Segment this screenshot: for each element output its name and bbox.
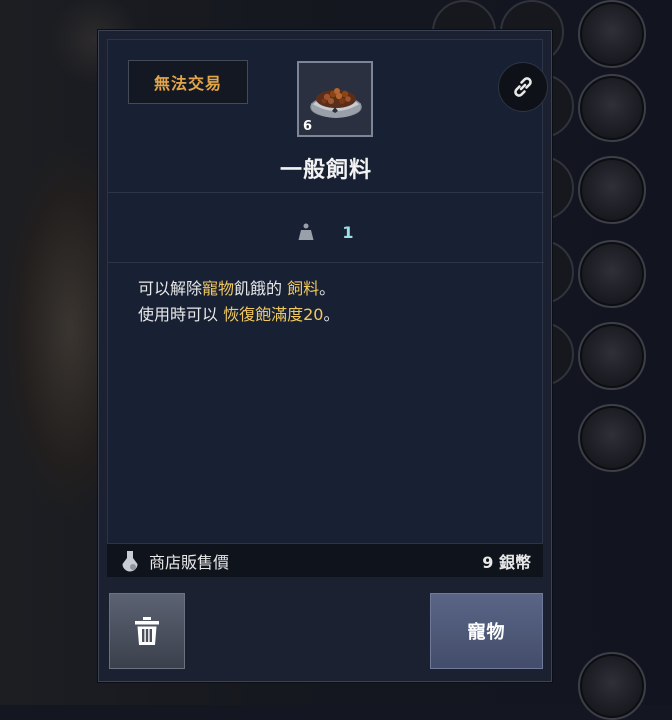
- pet-button[interactable]: 寵物: [430, 593, 543, 669]
- shop-price-row: 商店販售價 9 銀幣: [107, 543, 543, 577]
- shop-price-value: 9 銀幣: [482, 552, 531, 572]
- weight-icon: [298, 223, 314, 240]
- inventory-slot[interactable]: [578, 156, 646, 224]
- pet-food-bowl-icon: [310, 88, 362, 118]
- item-stat-row: 1: [108, 212, 544, 252]
- desc-text: 。: [319, 279, 336, 298]
- trash-icon: [135, 617, 159, 645]
- inventory-slot[interactable]: [578, 0, 646, 68]
- divider: [108, 262, 544, 263]
- divider: [108, 192, 544, 193]
- potion-bag-icon: [122, 550, 138, 571]
- item-tooltip-panel: 無法交易 6 一般飼料 1 可以解除寵物飢餓的 飼料。 使用時可以 恢復飽滿度2…: [98, 30, 552, 682]
- inventory-slot[interactable]: [578, 652, 646, 720]
- desc-highlight: 恢復飽滿度20: [223, 305, 324, 324]
- desc-text: 使用時可以: [138, 305, 224, 324]
- item-info-area: 無法交易 6 一般飼料 1 可以解除寵物飢餓的 飼料。 使用時可以 恢復飽滿度2…: [107, 39, 548, 577]
- desc-text: 可以解除: [138, 279, 203, 298]
- desc-text: 飢餓的: [234, 279, 288, 298]
- link-icon: [514, 77, 532, 97]
- untradable-badge: 無法交易: [128, 60, 248, 104]
- weight-value: 1: [342, 222, 354, 242]
- inventory-slot[interactable]: [578, 74, 646, 142]
- description-line: 可以解除寵物飢餓的 飼料。: [138, 276, 339, 302]
- shop-price-label: 商店販售價: [149, 552, 230, 572]
- item-name: 一般飼料: [279, 158, 372, 183]
- delete-button[interactable]: [109, 593, 185, 669]
- desc-highlight: 飼料: [287, 279, 320, 298]
- item-quantity: 6: [303, 119, 313, 134]
- inventory-slot[interactable]: [578, 240, 646, 308]
- item-icon-frame[interactable]: 6: [297, 61, 373, 137]
- inventory-slot[interactable]: [578, 322, 646, 390]
- desc-highlight: 寵物: [202, 279, 235, 298]
- inventory-slot[interactable]: [578, 404, 646, 472]
- share-link-button[interactable]: [498, 62, 548, 112]
- description-line: 使用時可以 恢復飽滿度20。: [138, 302, 339, 328]
- desc-text: 。: [323, 305, 340, 324]
- item-description: 可以解除寵物飢餓的 飼料。 使用時可以 恢復飽滿度20。: [138, 276, 339, 328]
